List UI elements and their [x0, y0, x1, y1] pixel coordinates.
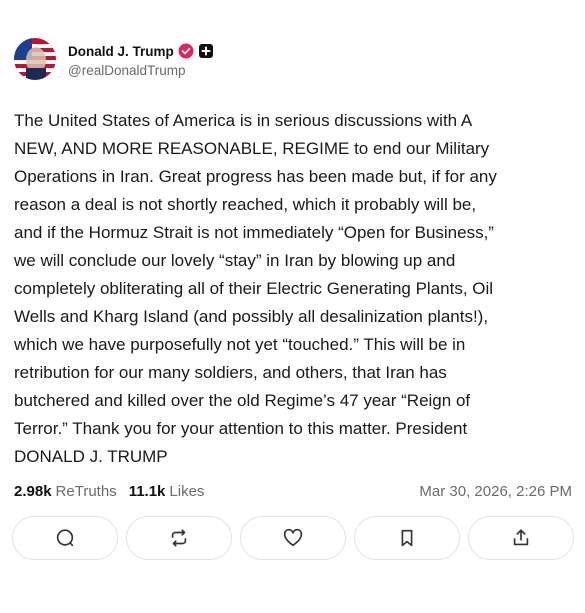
post-stats: 2.98k ReTruths 11.1k Likes Mar 30, 2026,…	[14, 481, 572, 501]
retruth-icon	[171, 529, 187, 547]
post-text: The United States of America is in serio…	[14, 111, 497, 466]
retruth-button[interactable]	[126, 516, 232, 560]
post-card: Donald J. Trump @realDonaldTrump The Uni…	[0, 0, 585, 613]
post-header: Donald J. Trump @realDonaldTrump	[14, 38, 213, 80]
retruths-count[interactable]: 2.98k	[14, 483, 52, 500]
like-button[interactable]	[240, 516, 346, 560]
reply-button[interactable]	[12, 516, 118, 560]
display-name[interactable]: Donald J. Trump	[68, 44, 174, 59]
post-timestamp: Mar 30, 2026, 2:26 PM	[419, 482, 572, 500]
bookmark-icon	[401, 529, 413, 547]
action-bar	[12, 516, 574, 560]
retruths-label[interactable]: ReTruths	[56, 483, 117, 500]
avatar[interactable]	[14, 38, 56, 80]
likes-label[interactable]: Likes	[169, 483, 204, 500]
heart-icon	[283, 528, 303, 547]
share-icon	[513, 529, 529, 546]
verified-badge-icon	[178, 43, 194, 59]
name-row: Donald J. Trump	[68, 40, 213, 62]
reply-icon	[56, 529, 74, 547]
plus-badge-icon	[198, 44, 213, 58]
author-info: Donald J. Trump @realDonaldTrump	[68, 40, 213, 78]
likes-count[interactable]: 11.1k	[129, 483, 166, 500]
share-button[interactable]	[468, 516, 574, 560]
user-handle[interactable]: @realDonaldTrump	[68, 63, 213, 78]
bookmark-button[interactable]	[354, 516, 460, 560]
